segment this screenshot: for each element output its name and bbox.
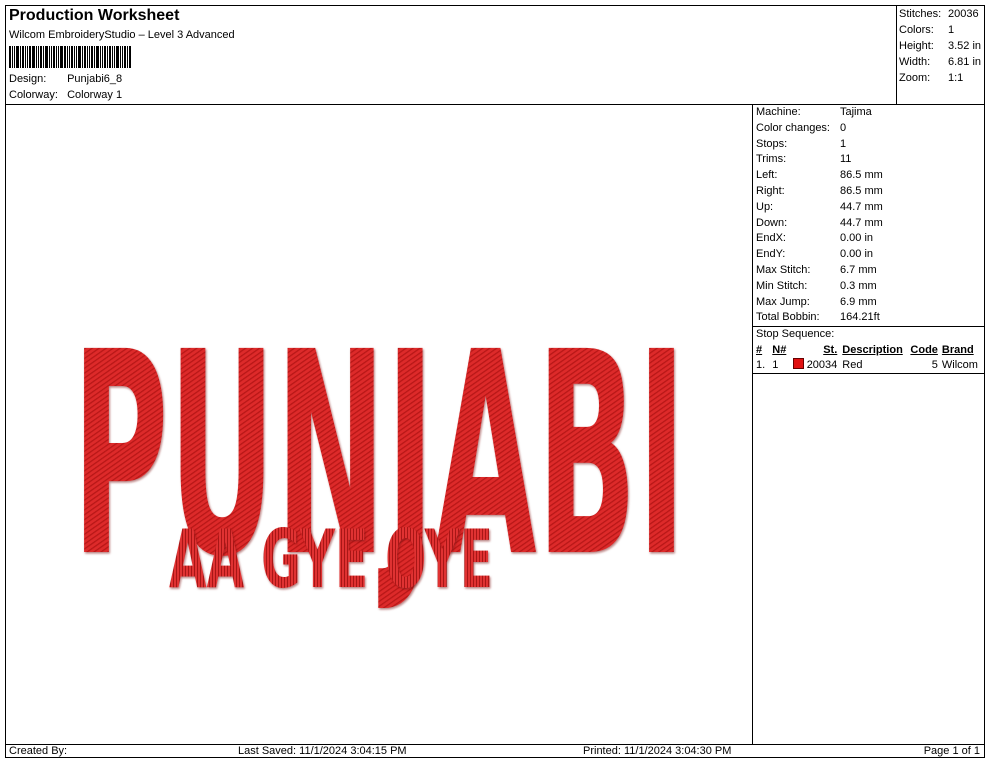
created-by: Created By: xyxy=(9,745,68,757)
info-row: Trims: 11 xyxy=(753,152,984,168)
info-value: 44.7 mm xyxy=(840,200,883,213)
info-value: Tajima xyxy=(840,106,872,118)
stat-row: Height: 3.52 in xyxy=(899,40,982,52)
embroidery-artwork: PUNJABI AA GYE OYE xyxy=(72,293,686,619)
info-row: Right: 86.5 mm xyxy=(753,184,984,200)
design-value: Punjabi6_8 xyxy=(67,73,123,85)
info-value: 0.00 in xyxy=(840,232,874,245)
design-preview: PUNJABI AA GYE OYE xyxy=(6,105,753,744)
info-value: 0.3 mm xyxy=(840,279,877,292)
info-row: EndY: 0.00 in xyxy=(753,247,984,263)
page-number: Page 1 of 1 xyxy=(923,745,980,757)
stat-row: Width: 6.81 in xyxy=(899,56,982,68)
info-row: Max Jump: 6.9 mm xyxy=(753,295,984,311)
colorway-row: Colorway: Colorway 1 xyxy=(9,89,122,101)
info-label: Stops: xyxy=(756,137,788,150)
software-name: Wilcom EmbroideryStudio – Level 3 Advanc… xyxy=(9,29,235,41)
info-value: 6.9 mm xyxy=(840,295,877,308)
info-row: Up: 44.7 mm xyxy=(753,200,984,216)
colorway-label: Colorway: xyxy=(9,89,58,101)
info-row: Down: 44.7 mm xyxy=(753,216,984,232)
info-row: Max Stitch: 6.7 mm xyxy=(753,263,984,279)
printed-date: Printed: 11/1/2024 3:04:30 PM xyxy=(583,745,732,757)
info-label: EndY: xyxy=(756,248,786,261)
machine-info-list: Machine: Tajima Color changes: 0 Stops: 1 Trim… xyxy=(753,105,984,326)
info-label: Machine: xyxy=(756,106,801,118)
info-label: Min Stitch: xyxy=(756,279,808,292)
info-value: 6.7 mm xyxy=(840,263,877,276)
info-row: Stops: 1 xyxy=(753,137,984,153)
stat-row: Zoom: 1:1 xyxy=(899,72,964,84)
info-row: Total Bobbin: 164.21ft xyxy=(753,310,984,326)
page-title: Production Worksheet xyxy=(9,7,180,24)
info-label: Left: xyxy=(756,169,778,182)
info-label: Right: xyxy=(756,184,785,197)
design-sub-text: AA GYE OYE xyxy=(169,513,493,606)
info-label: Max Stitch: xyxy=(756,263,811,276)
info-label: EndX: xyxy=(756,232,786,245)
info-label: Color changes: xyxy=(756,121,830,134)
info-value: 0 xyxy=(840,121,847,134)
design-stats: Stitches: 20036 Colors: 1 Height: 3.52 in W… xyxy=(896,6,984,105)
info-label: Down: xyxy=(756,216,788,229)
barcode xyxy=(9,46,169,68)
table-row: 1. 1 20034 Red 5 Wilcom xyxy=(753,357,984,374)
info-value: 86.5 mm xyxy=(840,184,883,197)
stat-row: Stitches: 20036 xyxy=(899,8,979,20)
worksheet-header: Production Worksheet Wilcom EmbroiderySt… xyxy=(6,6,896,105)
stop-sequence-header: # N# St. Description Code Brand xyxy=(756,343,974,356)
stop-sequence-title: Stop Sequence: xyxy=(753,326,984,343)
worksheet: Production Worksheet Wilcom EmbroiderySt… xyxy=(5,5,985,758)
info-label: Total Bobbin: xyxy=(756,311,820,324)
info-label: Max Jump: xyxy=(756,295,810,308)
stat-row: Colors: 1 xyxy=(899,24,955,36)
info-value: 86.5 mm xyxy=(840,169,883,182)
last-saved: Last Saved: 11/1/2024 3:04:15 PM xyxy=(238,745,407,757)
info-row: Color changes: 0 xyxy=(753,121,984,137)
color-swatch xyxy=(792,357,804,369)
machine-info-panel: Machine: Tajima Color changes: 0 Stops: 1 Trim… xyxy=(753,105,984,744)
info-value: 1 xyxy=(840,137,847,150)
info-row: Left: 86.5 mm xyxy=(753,168,984,184)
info-value: 11 xyxy=(840,153,852,166)
info-label: Trims: xyxy=(756,153,787,166)
info-row: Min Stitch: 0.3 mm xyxy=(753,279,984,295)
worksheet-footer: Created By: Last Saved: 11/1/2024 3:04:1… xyxy=(6,744,984,758)
design-label: Design: xyxy=(9,73,47,85)
design-row: Design: Punjabi6_8 xyxy=(9,73,122,85)
info-row: Machine: Tajima xyxy=(753,105,984,121)
info-value: 0.00 in xyxy=(840,248,874,261)
info-value: 44.7 mm xyxy=(840,216,883,229)
info-label: Up: xyxy=(756,200,774,213)
info-row: EndX: 0.00 in xyxy=(753,231,984,247)
info-value: 164.21ft xyxy=(840,311,880,324)
colorway-value: Colorway 1 xyxy=(67,89,123,101)
